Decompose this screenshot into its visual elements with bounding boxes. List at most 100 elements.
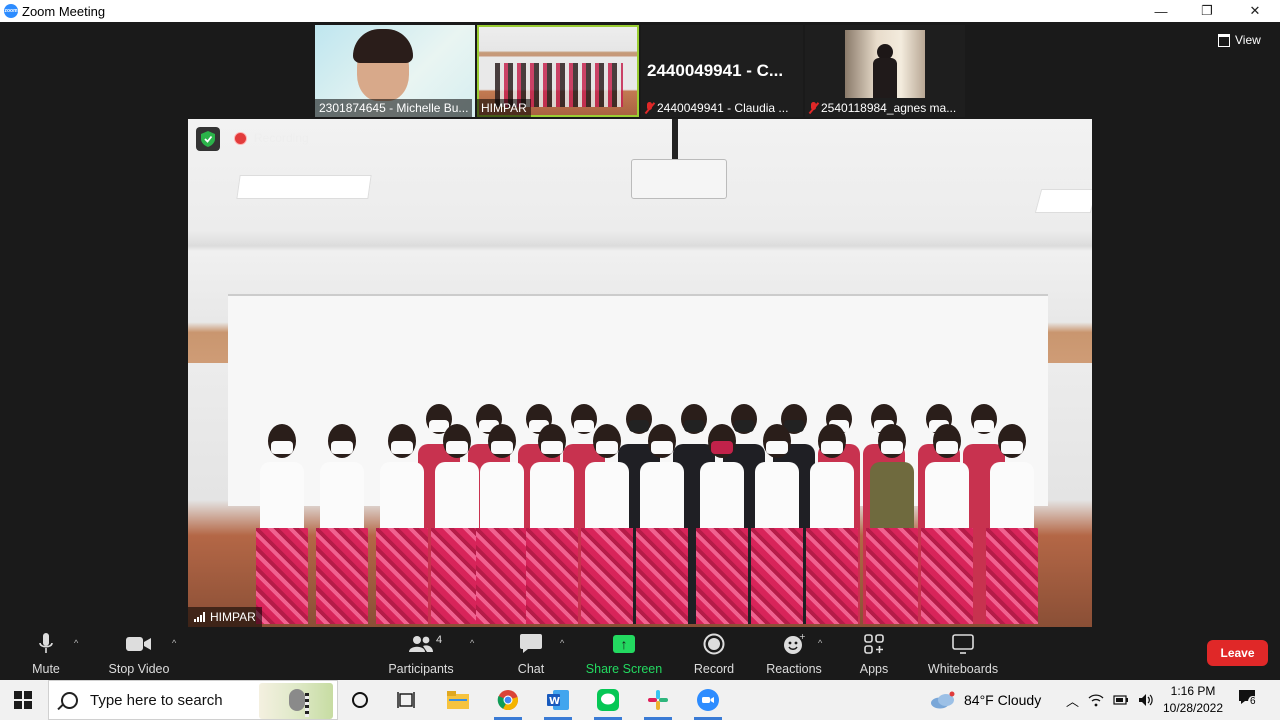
stop-video-button[interactable]: Stop Video <box>104 632 174 678</box>
show-hidden-icons-chevron-icon[interactable]: ︿ <box>1066 691 1079 710</box>
participant-tile-claudia[interactable]: 2440049941 - C... 2440049941 - Claudia .… <box>641 25 803 117</box>
word-icon[interactable]: W <box>538 685 578 720</box>
mute-options-caret-icon[interactable]: ^ <box>74 638 78 648</box>
battery-icon[interactable] <box>1113 694 1129 706</box>
reactions-button[interactable]: + Reactions <box>764 632 824 678</box>
task-view-icon[interactable] <box>387 685 427 715</box>
search-icon <box>61 691 78 709</box>
apps-button[interactable]: Apps <box>856 632 892 678</box>
student-figure <box>804 424 860 624</box>
student-figure <box>634 424 690 624</box>
muted-mic-icon <box>645 102 654 114</box>
line-app-icon[interactable] <box>588 685 628 720</box>
student-figure <box>374 424 430 624</box>
video-options-caret-icon[interactable]: ^ <box>172 638 176 648</box>
projector-mount <box>672 119 678 161</box>
participant-label: 2301874645 - Michelle Bu... <box>315 99 473 117</box>
participants-count: 4 <box>436 634 443 646</box>
restore-button[interactable]: ❐ <box>1184 0 1230 22</box>
active-speaker-label: HIMPAR <box>188 607 262 627</box>
participant-label: 2540118984_agnes ma... <box>805 99 960 117</box>
participant-hair <box>353 29 413 63</box>
student-figure <box>524 424 580 624</box>
share-screen-button[interactable]: ↑ Share Screen <box>586 632 662 678</box>
window-title: Zoom Meeting <box>22 3 106 19</box>
taskbar-search-box[interactable] <box>48 680 338 720</box>
volume-icon[interactable] <box>1138 693 1154 707</box>
mute-button[interactable]: Mute <box>24 632 68 678</box>
student-figure <box>579 424 635 624</box>
leave-button[interactable]: Leave <box>1207 640 1268 666</box>
record-button[interactable]: Record <box>692 632 736 678</box>
slack-icon[interactable] <box>638 685 678 720</box>
whiteboard-icon <box>952 632 974 656</box>
muted-mic-icon <box>809 102 818 114</box>
security-shield-icon[interactable] <box>196 127 220 151</box>
virtual-background-text <box>415 35 471 75</box>
student-figure <box>314 424 370 624</box>
video-camera-icon <box>126 632 152 656</box>
participants-button[interactable]: 4 Participants <box>386 632 456 678</box>
student-figure <box>474 424 530 624</box>
ceiling-light <box>236 175 372 199</box>
participant-video <box>845 30 925 98</box>
chat-bubble-icon <box>520 632 542 656</box>
participants-icon: 4 <box>408 632 442 656</box>
title-bar: zoom Zoom Meeting — ❐ ✕ <box>0 0 1280 22</box>
notifications-icon[interactable]: 6 <box>1238 689 1258 707</box>
cortana-icon[interactable] <box>340 685 380 715</box>
windows-taskbar: W 84°F Cloudy ︿ 1:16 PM 10/28/2022 6 <box>0 680 1280 720</box>
participant-tile-agnes[interactable]: 2540118984_agnes ma... <box>805 25 965 117</box>
participant-label: 2440049941 - Claudia ... <box>641 99 792 117</box>
taskbar-clock[interactable]: 1:16 PM 10/28/2022 <box>1158 683 1228 717</box>
student-figure <box>919 424 975 624</box>
student-figure <box>749 424 805 624</box>
participant-name-display: 2440049941 - C... <box>647 61 784 80</box>
student-figure <box>864 424 920 624</box>
clock-date: 10/28/2022 <box>1162 701 1224 715</box>
student-figure <box>984 424 1040 624</box>
file-explorer-icon[interactable] <box>438 685 478 715</box>
clock-time: 1:16 PM <box>1170 684 1216 698</box>
participants-options-caret-icon[interactable]: ^ <box>470 638 474 648</box>
zoom-logo-icon: zoom <box>4 4 18 18</box>
minimize-button[interactable]: — <box>1138 0 1184 22</box>
taskbar-search-input[interactable] <box>88 690 272 710</box>
participant-label: HIMPAR <box>477 99 531 117</box>
search-highlight-image <box>259 683 333 719</box>
chat-button[interactable]: Chat <box>510 632 552 678</box>
main-video: Recording HIMPAR <box>188 119 1092 627</box>
group-of-students <box>214 324 1074 624</box>
ceiling-light <box>1034 189 1092 213</box>
whiteboards-button[interactable]: Whiteboards <box>924 632 1002 678</box>
recording-dot-icon <box>234 131 247 145</box>
chrome-icon[interactable] <box>488 685 528 720</box>
meeting-toolbar: Mute ^ Stop Video ^ 4 Participants ^ Cha… <box>0 628 1280 680</box>
participant-tile-michelle[interactable]: 2301874645 - Michelle Bu... <box>315 25 475 117</box>
microphone-icon <box>38 632 54 656</box>
record-icon <box>703 632 725 656</box>
signal-strength-icon <box>194 612 205 622</box>
system-tray: ︿ <box>1066 680 1154 720</box>
network-icon[interactable] <box>1088 693 1104 707</box>
view-label: View <box>1235 33 1261 47</box>
grid-view-icon <box>1218 33 1230 47</box>
zoom-app-icon[interactable] <box>688 685 728 720</box>
student-figure <box>694 424 750 624</box>
windows-start-icon[interactable] <box>14 691 32 709</box>
svg-text:+: + <box>799 633 805 641</box>
svg-text:W: W <box>549 696 560 707</box>
notifications-count: 6 <box>1248 696 1258 707</box>
apps-icon <box>864 632 884 656</box>
chat-options-caret-icon[interactable]: ^ <box>560 638 564 648</box>
recording-label: Recording <box>254 131 309 145</box>
view-button[interactable]: View <box>1218 33 1261 47</box>
close-button[interactable]: ✕ <box>1232 0 1278 22</box>
reactions-options-caret-icon[interactable]: ^ <box>818 638 822 648</box>
student-figure <box>254 424 310 624</box>
cloudy-weather-icon <box>931 691 955 709</box>
share-screen-icon: ↑ <box>613 632 635 656</box>
weather-widget[interactable]: 84°F Cloudy <box>930 680 1041 720</box>
projector <box>631 159 727 199</box>
participant-tile-himpar[interactable]: HIMPAR <box>477 25 639 117</box>
